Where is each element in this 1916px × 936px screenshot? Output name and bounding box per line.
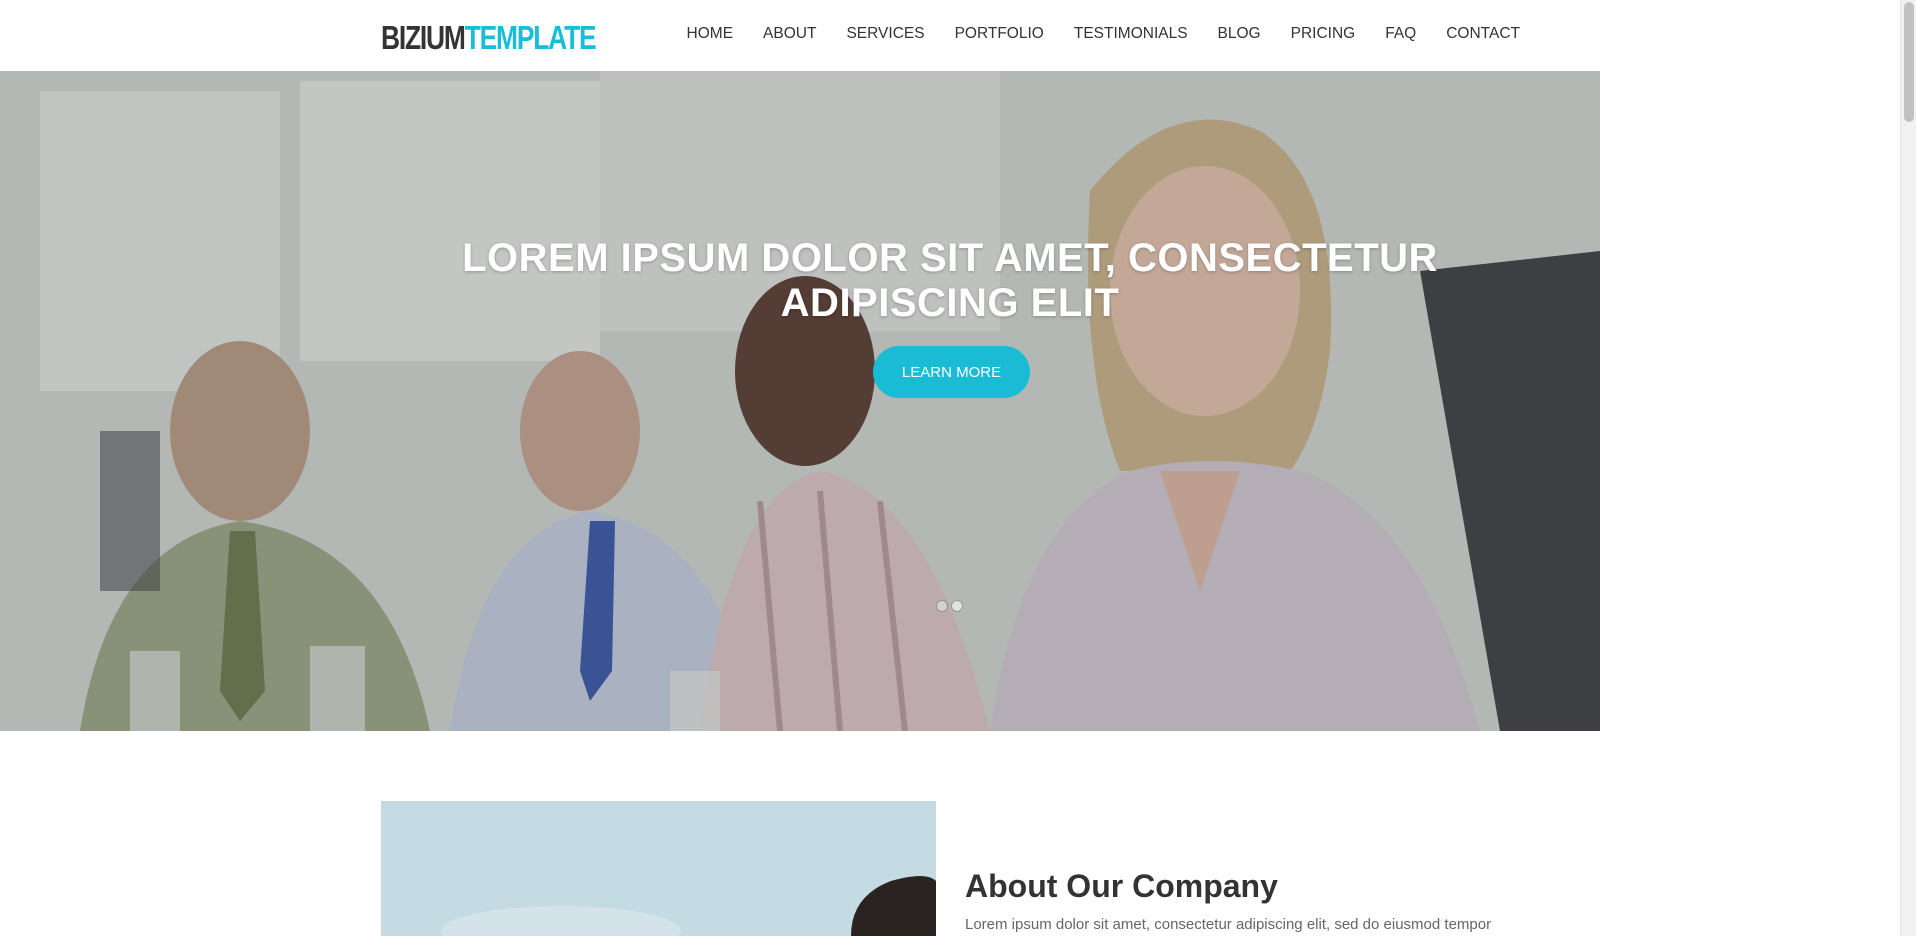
nav-item-faq[interactable]: FAQ [1385,24,1416,44]
hero-heading-line-2: ADIPISCING ELIT [780,281,1120,325]
scrollbar-thumb[interactable] [1904,2,1914,122]
nav-item-pricing[interactable]: PRICING [1291,24,1356,44]
page-scrollbar[interactable] [1900,0,1916,936]
hero-overlay [0,71,1600,731]
slider-dot-2[interactable] [951,600,963,612]
nav-item-contact[interactable]: CONTACT [1446,24,1520,44]
nav-item-testimonials[interactable]: TESTIMONIALS [1074,24,1188,44]
page: BIZIUMTEMPLATE HOME ABOUT SERVICES PORTF… [0,0,1916,936]
hero-slider [0,71,1600,731]
about-image [381,801,936,936]
main-nav: HOME ABOUT SERVICES PORTFOLIO TESTIMONIA… [687,24,1520,44]
nav-item-portfolio[interactable]: PORTFOLIO [955,24,1044,44]
about-paragraph: Lorem ipsum dolor sit amet, consectetur … [965,916,1492,933]
site-header: BIZIUMTEMPLATE HOME ABOUT SERVICES PORTF… [0,0,1900,71]
logo-text-accent: TEMPLATE [464,19,597,56]
nav-item-home[interactable]: HOME [687,24,734,44]
slider-dot-1[interactable] [936,600,948,612]
nav-item-about[interactable]: ABOUT [763,24,816,44]
slider-pagination [936,600,963,612]
site-logo[interactable]: BIZIUMTEMPLATE [381,18,597,58]
hero-heading: LOREM IPSUM DOLOR SIT AMET, CONSECTETUR … [0,236,1900,326]
nav-item-blog[interactable]: BLOG [1218,24,1261,44]
about-heading: About Our Company [965,868,1278,904]
learn-more-button[interactable]: LEARN MORE [873,346,1030,398]
hero-heading-line-1: LOREM IPSUM DOLOR SIT AMET, CONSECTETUR [462,236,1438,280]
nav-item-services[interactable]: SERVICES [846,24,924,44]
logo-text-primary: BIZIUM [381,19,466,56]
